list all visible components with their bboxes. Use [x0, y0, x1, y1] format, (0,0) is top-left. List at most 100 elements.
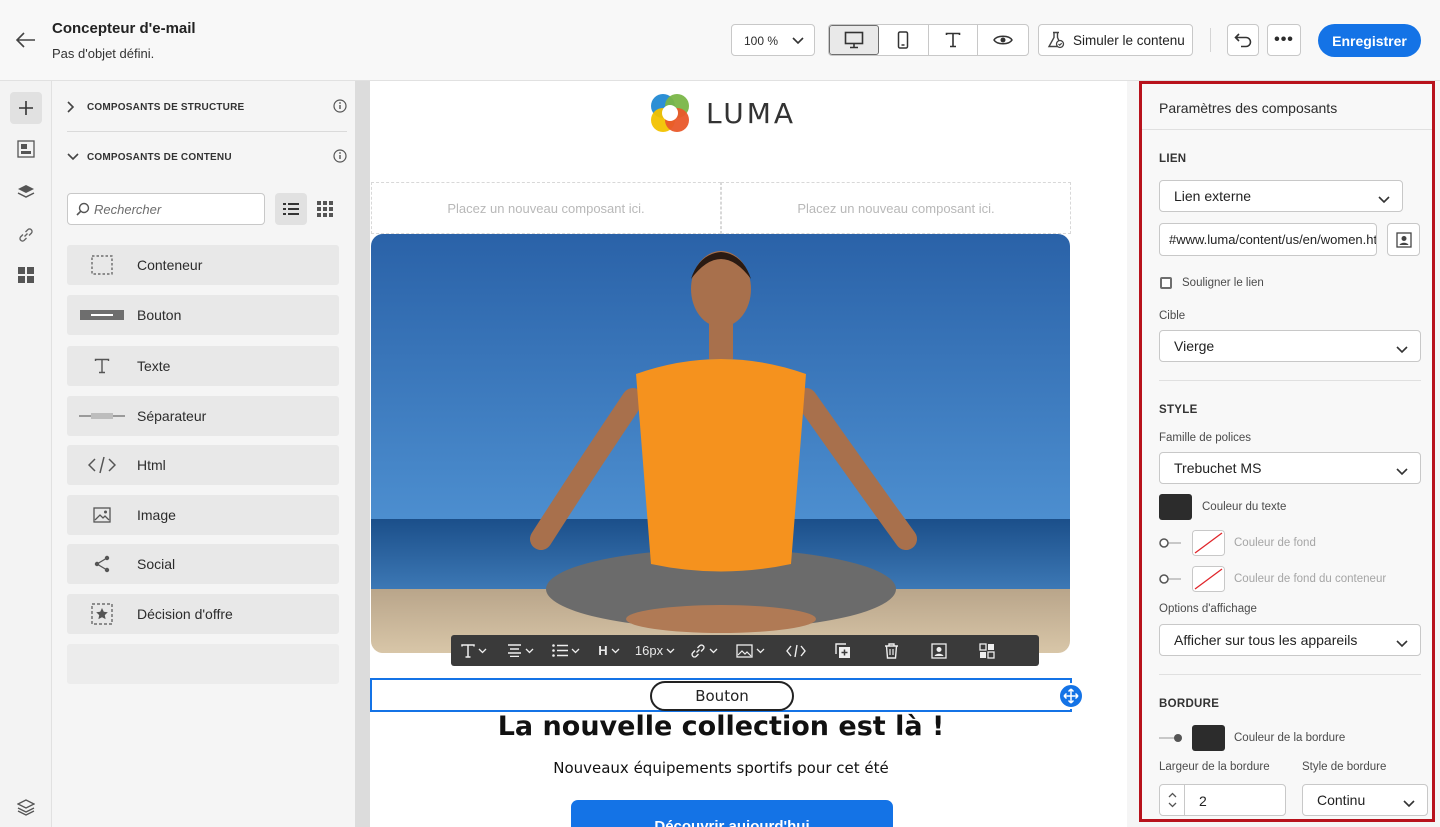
text-view-button[interactable]	[929, 25, 979, 55]
border-section-header: BORDURE	[1159, 698, 1220, 710]
font-style-dropdown[interactable]	[451, 635, 497, 666]
personalize-button[interactable]	[915, 635, 963, 666]
list-view-button[interactable]	[275, 193, 307, 225]
border-style-select[interactable]: Continu	[1302, 784, 1428, 816]
desktop-view-button[interactable]	[829, 25, 879, 55]
list-dropdown[interactable]	[543, 635, 589, 666]
heading-dropdown[interactable]: H	[589, 635, 629, 666]
chevron-down-icon	[1403, 795, 1415, 811]
text-color-swatch[interactable]	[1159, 494, 1192, 520]
app-header: Concepteur d'e-mail Pas d'objet défini. …	[0, 0, 1440, 81]
container-bg-swatch-empty[interactable]	[1192, 566, 1225, 592]
component-item[interactable]: Conteneur	[67, 245, 339, 285]
save-button[interactable]: Enregistrer	[1318, 24, 1421, 57]
component-item[interactable]: Décision d'offre	[67, 594, 339, 634]
layers-icon[interactable]	[10, 176, 42, 208]
link-type-select[interactable]: Lien externe	[1159, 180, 1403, 212]
personalize-link-button[interactable]	[1387, 223, 1420, 256]
image-dropdown[interactable]	[727, 635, 773, 666]
view-mode-group	[828, 24, 1029, 56]
component-item[interactable]: Html	[67, 445, 339, 485]
luma-logo[interactable]: LUMA	[648, 91, 796, 135]
assets-grid-icon[interactable]	[10, 259, 42, 291]
link-icon[interactable]	[10, 219, 42, 251]
chevron-down-icon	[1378, 191, 1390, 207]
chevron-down-icon	[478, 648, 487, 653]
container-bg-toggle[interactable]	[1159, 574, 1183, 584]
fragment-button[interactable]	[963, 635, 1011, 666]
more-options-button[interactable]: •••	[1267, 24, 1301, 56]
duplicate-button[interactable]	[819, 635, 867, 666]
font-family-value: Trebuchet MS	[1174, 460, 1262, 476]
underline-checkbox[interactable]	[1160, 277, 1172, 289]
source-code-button[interactable]	[773, 635, 819, 666]
bg-color-toggle[interactable]	[1159, 538, 1183, 548]
bullet-list-icon	[552, 644, 568, 657]
selected-button[interactable]: Bouton	[650, 681, 794, 711]
back-arrow-icon[interactable]	[12, 26, 40, 54]
email-canvas: LUMA Placez un nouveau composant ici. Pl…	[370, 81, 1127, 827]
email-subheadline[interactable]: Nouveaux équipements sportifs pour cet é…	[370, 759, 1072, 777]
component-item[interactable]: Texte	[67, 346, 339, 386]
component-label: Conteneur	[137, 257, 203, 273]
component-item[interactable]: Image	[67, 495, 339, 535]
move-icon[interactable]	[1058, 683, 1084, 709]
drop-placeholder-left[interactable]: Placez un nouveau composant ici.	[371, 182, 721, 234]
chevron-up-icon[interactable]	[1168, 792, 1177, 798]
info-icon[interactable]	[333, 149, 347, 166]
structure-section-header[interactable]: COMPOSANTS DE STRUCTURE	[67, 97, 347, 117]
chevron-right-icon	[67, 101, 87, 113]
info-icon[interactable]	[333, 99, 347, 116]
stepper-arrows[interactable]	[1160, 785, 1185, 815]
fragments-icon[interactable]	[10, 133, 42, 165]
panel-divider	[1159, 674, 1421, 675]
chevron-down-icon	[666, 648, 675, 653]
cta-button[interactable]: Découvrir aujourd'hui	[571, 800, 893, 827]
content-section-header[interactable]: COMPOSANTS DE CONTENU	[67, 147, 347, 167]
align-dropdown[interactable]	[497, 635, 543, 666]
panel-divider	[1159, 380, 1421, 381]
component-item[interactable]: Bouton	[67, 295, 339, 335]
container-icon	[67, 255, 137, 275]
panel-scrollbar[interactable]	[355, 81, 370, 827]
chevron-down-icon	[709, 648, 718, 653]
add-components-icon[interactable]	[10, 92, 42, 124]
link-section-header: LIEN	[1159, 153, 1187, 165]
font-family-select[interactable]: Trebuchet MS	[1159, 452, 1421, 484]
chevron-down-icon	[1396, 635, 1408, 651]
component-item[interactable]: Social	[67, 544, 339, 584]
offer-decision-icon	[67, 603, 137, 625]
border-width-stepper[interactable]: 2	[1159, 784, 1286, 816]
layers-help-icon[interactable]	[10, 791, 42, 823]
email-headline[interactable]: La nouvelle collection est là !	[370, 711, 1072, 742]
undo-button[interactable]	[1227, 24, 1259, 56]
border-style-value: Continu	[1317, 792, 1366, 808]
button-icon	[67, 309, 137, 321]
font-size-dropdown[interactable]: 16px	[629, 635, 681, 666]
list-icon	[283, 203, 299, 215]
simulate-content-button[interactable]: Simuler le contenu	[1038, 24, 1193, 56]
grid-icon	[979, 642, 995, 659]
preview-button[interactable]	[978, 25, 1028, 55]
bg-color-swatch-empty[interactable]	[1192, 530, 1225, 556]
component-label: Bouton	[137, 307, 182, 323]
chevron-down-icon[interactable]	[1168, 802, 1177, 808]
font-family-label: Famille de polices	[1159, 432, 1252, 444]
link-dropdown[interactable]	[681, 635, 727, 666]
hero-image[interactable]	[371, 234, 1070, 653]
component-item[interactable]: Séparateur	[67, 396, 339, 436]
delete-button[interactable]	[867, 635, 915, 666]
border-color-toggle[interactable]	[1159, 733, 1183, 743]
drop-placeholder-right[interactable]: Placez un nouveau composant ici.	[721, 182, 1071, 234]
target-select[interactable]: Vierge	[1159, 330, 1421, 362]
mobile-view-button[interactable]	[879, 25, 929, 55]
border-color-swatch[interactable]	[1192, 725, 1225, 751]
display-options-select[interactable]: Afficher sur tous les appareils	[1159, 624, 1421, 656]
component-search-input[interactable]: Rechercher	[67, 193, 265, 225]
image-icon	[67, 507, 137, 523]
link-url-input[interactable]: #www.luma/content/us/en/women.html	[1159, 223, 1377, 256]
divider-icon	[67, 412, 137, 420]
zoom-select[interactable]: 100 %	[731, 24, 815, 56]
selected-button-block[interactable]: Bouton	[370, 678, 1072, 712]
grid-view-button[interactable]	[309, 193, 341, 225]
